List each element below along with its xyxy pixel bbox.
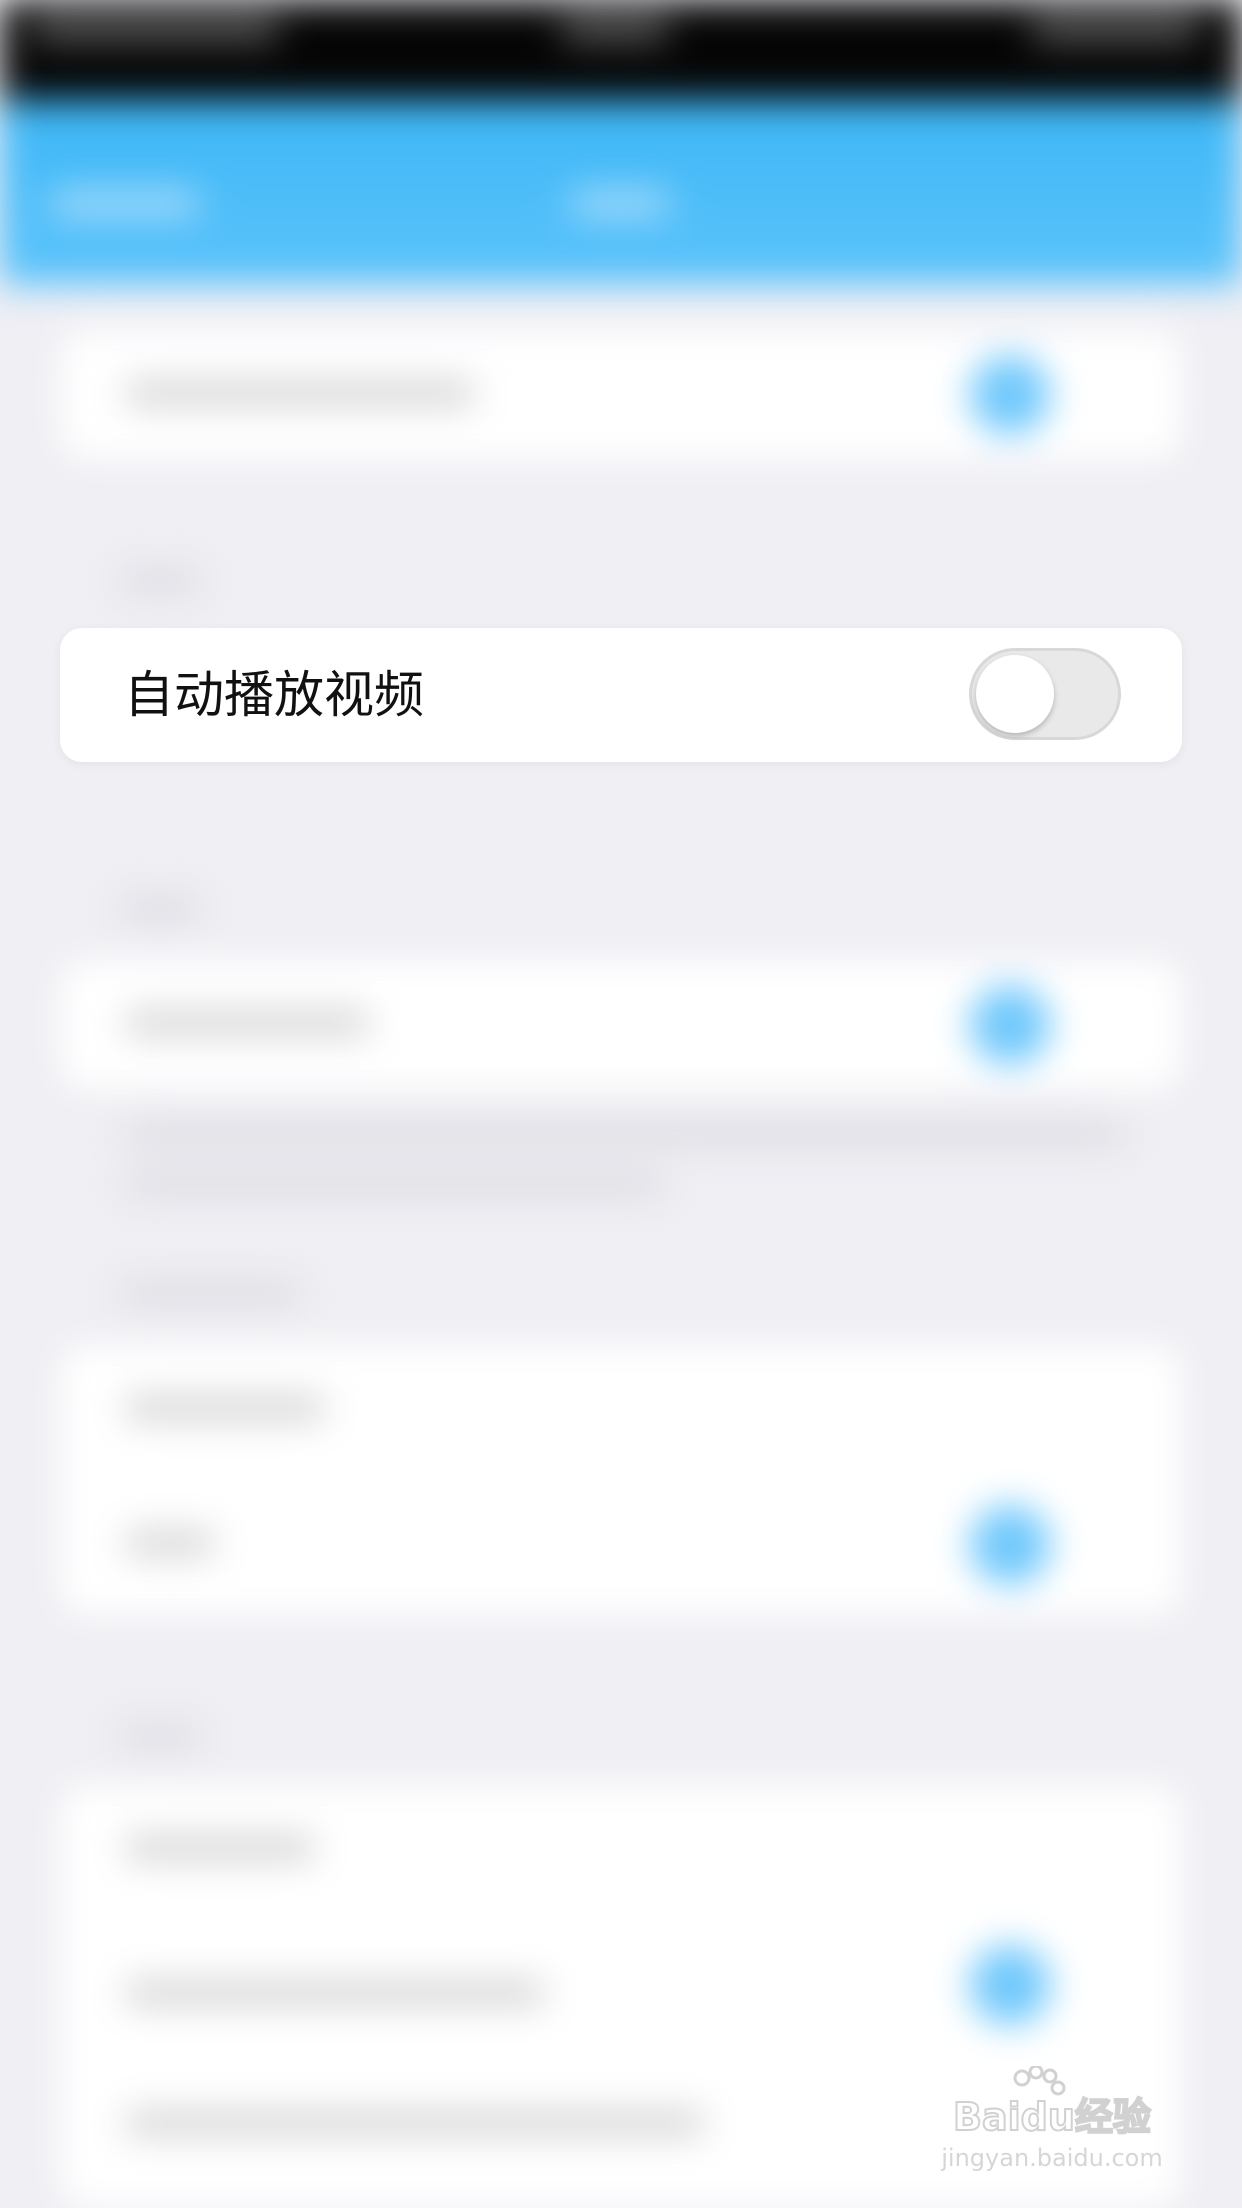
setting-toggle[interactable] bbox=[970, 1505, 1050, 1585]
section-header bbox=[120, 900, 200, 918]
setting-label bbox=[125, 1835, 315, 1861]
settings-screen: 自动播放视频 Baidu经验 jingyan.baidu.com bbox=[0, 0, 1242, 2208]
section-header bbox=[120, 1285, 300, 1303]
nav-title bbox=[570, 190, 670, 216]
setting-label bbox=[125, 2110, 705, 2136]
section-footer bbox=[125, 1125, 1125, 1143]
status-bar bbox=[0, 0, 1242, 100]
status-carrier bbox=[30, 18, 280, 40]
baidu-jingyan-watermark: Baidu经验 jingyan.baidu.com bbox=[940, 2066, 1163, 2172]
setting-label bbox=[125, 1980, 545, 2006]
status-time bbox=[560, 18, 670, 40]
settings-card bbox=[60, 1345, 1182, 1615]
setting-toggle[interactable] bbox=[970, 985, 1050, 1065]
setting-toggle[interactable] bbox=[970, 1945, 1050, 2025]
autoplay-video-row[interactable]: 自动播放视频 bbox=[60, 628, 1182, 762]
toggle-knob bbox=[976, 655, 1054, 733]
setting-label bbox=[125, 1395, 325, 1421]
setting-label bbox=[125, 1010, 370, 1036]
settings-card bbox=[60, 330, 1182, 460]
status-battery bbox=[1030, 18, 1200, 40]
autoplay-video-toggle[interactable] bbox=[969, 648, 1121, 740]
watermark-url: jingyan.baidu.com bbox=[940, 2144, 1162, 2172]
back-button[interactable] bbox=[50, 190, 200, 216]
section-header bbox=[120, 1728, 200, 1746]
settings-card bbox=[60, 960, 1182, 1090]
blurred-background bbox=[0, 0, 1242, 2208]
section-header bbox=[120, 572, 200, 590]
setting-label bbox=[125, 1530, 215, 1556]
setting-toggle[interactable] bbox=[970, 355, 1050, 435]
section-footer bbox=[125, 1175, 665, 1193]
autoplay-video-label: 自动播放视频 bbox=[124, 666, 424, 724]
nav-bar bbox=[0, 100, 1242, 285]
watermark-brand: Baidu经验 bbox=[953, 2095, 1151, 2139]
setting-label bbox=[125, 380, 475, 406]
